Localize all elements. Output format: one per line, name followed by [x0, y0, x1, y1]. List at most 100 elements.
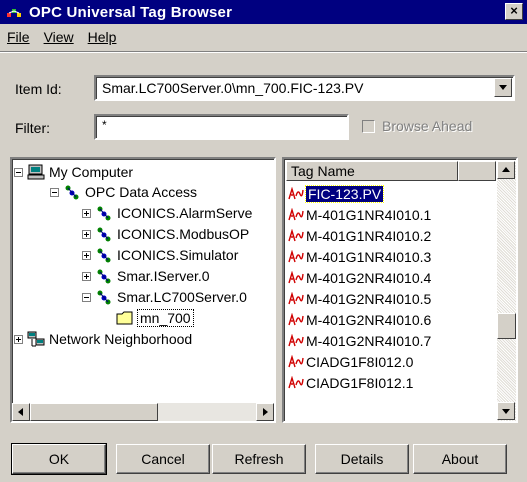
menu-help[interactable]: Help: [81, 29, 124, 45]
menu-file[interactable]: File: [0, 29, 37, 45]
window-title: OPC Universal Tag Browser: [29, 3, 233, 21]
tree-node-mn-700[interactable]: mn_700: [116, 308, 194, 328]
item-id-dropdown-button[interactable]: [494, 78, 512, 97]
tag-name: M-401G1NR4I010.3: [306, 248, 432, 265]
tag-icon: [288, 186, 304, 199]
expand-icon[interactable]: [82, 271, 91, 281]
browse-ahead-label: Browse Ahead: [382, 118, 473, 134]
close-button[interactable]: ×: [505, 3, 523, 20]
tag-icon: [288, 333, 304, 346]
tree-node-iconics-alarmserver[interactable]: ICONICS.AlarmServe: [82, 203, 252, 223]
tree-node-my-computer[interactable]: My Computer: [14, 162, 133, 182]
tree-node-network-neighborhood[interactable]: Network Neighborhood: [14, 329, 192, 349]
collapse-icon[interactable]: [14, 167, 23, 177]
tag-list-row[interactable]: M-401G1NR4I010.2: [288, 225, 431, 246]
tag-name: FIC-123.PV: [304, 184, 385, 203]
tag-name: M-401G2NR4I010.5: [306, 290, 432, 307]
tree-node-opc-data-access[interactable]: OPC Data Access: [50, 182, 197, 202]
menu-bar: File View Help: [0, 26, 527, 48]
scroll-up-button[interactable]: [497, 161, 515, 179]
tree-node-label: OPC Data Access: [85, 184, 198, 200]
button-row: OK Cancel Refresh Details About: [0, 431, 527, 482]
title-bar[interactable]: OPC Universal Tag Browser ×: [0, 0, 527, 24]
tag-list-row[interactable]: M-401G2NR4I010.5: [288, 288, 431, 309]
folder-icon: [116, 311, 133, 325]
tree-horizontal-scrollbar[interactable]: [12, 403, 274, 421]
tree-node-label: ICONICS.AlarmServe: [117, 205, 253, 221]
opc-node-icon: [97, 227, 111, 242]
filter-value: *: [102, 118, 107, 132]
vertical-scroll-thumb[interactable]: [497, 313, 516, 339]
tree-node-label: ICONICS.Simulator: [117, 247, 239, 263]
tag-list-row[interactable]: M-401G2NR4I010.4: [288, 267, 431, 288]
cancel-button[interactable]: Cancel: [116, 444, 210, 474]
filter-label: Filter:: [15, 120, 50, 136]
tag-name: CIADG1F8I012.0: [306, 353, 414, 370]
tag-name-column-header[interactable]: Tag Name: [286, 161, 458, 181]
tag-list-row[interactable]: CIADG1F8I012.0: [288, 351, 413, 372]
tag-icon: [288, 270, 304, 283]
tag-list-row[interactable]: M-401G2NR4I010.7: [288, 330, 431, 351]
tag-list-row[interactable]: CIADG1F8I012.1: [288, 372, 413, 393]
opc-node-icon: [65, 185, 79, 200]
tag-list-row[interactable]: M-401G1NR4I010.1: [288, 204, 431, 225]
expand-icon[interactable]: [82, 229, 91, 239]
ok-label: OK: [48, 451, 70, 467]
ok-button[interactable]: OK: [11, 443, 107, 475]
details-button[interactable]: Details: [315, 444, 409, 474]
tag-name: M-401G1NR4I010.2: [306, 227, 432, 244]
namespace-tree[interactable]: My Computer OPC Data Access ICONICS.Alar…: [10, 157, 276, 423]
scroll-right-button[interactable]: [256, 403, 274, 421]
collapse-icon[interactable]: [82, 292, 91, 302]
column-header-label: Tag Name: [291, 163, 355, 179]
extra-column-header[interactable]: [458, 161, 496, 181]
arrow-left-icon: [18, 408, 23, 416]
horizontal-scroll-thumb[interactable]: [30, 403, 158, 421]
expand-icon[interactable]: [82, 208, 91, 218]
tag-name: CIADG1F8I012.1: [306, 374, 414, 391]
tree-node-smar-lc700server[interactable]: Smar.LC700Server.0: [82, 287, 247, 307]
tag-list-vertical-scrollbar[interactable]: [497, 161, 516, 421]
tree-node-smar-iserver[interactable]: Smar.IServer.0: [82, 266, 210, 286]
filter-input[interactable]: *: [94, 114, 349, 140]
chevron-down-icon: [499, 85, 507, 90]
opc-tag-browser-window: OPC Universal Tag Browser × File View He…: [0, 0, 527, 482]
opc-app-icon: [7, 9, 21, 17]
menu-help-label: Help: [87, 29, 117, 45]
item-id-value: Smar.LC700Server.0\mn_700.FIC-123.PV: [102, 80, 364, 96]
arrow-right-icon: [263, 408, 268, 416]
expand-icon[interactable]: [82, 250, 91, 260]
opc-node-icon: [97, 248, 111, 263]
item-id-combobox[interactable]: Smar.LC700Server.0\mn_700.FIC-123.PV: [94, 75, 515, 101]
tag-list-row[interactable]: M-401G1NR4I010.3: [288, 246, 431, 267]
menu-view[interactable]: View: [37, 29, 81, 45]
browse-ahead-checkbox[interactable]: [362, 120, 375, 133]
tag-list-row[interactable]: M-401G2NR4I010.6: [288, 309, 431, 330]
item-id-label: Item Id:: [15, 81, 62, 97]
tag-icon: [288, 354, 304, 367]
opc-node-icon: [97, 206, 111, 221]
menu-file-label: File: [7, 29, 30, 45]
tree-node-label: My Computer: [49, 164, 134, 180]
tag-icon: [288, 375, 304, 388]
cancel-label: Cancel: [141, 451, 185, 467]
tree-node-label: Smar.LC700Server.0: [117, 289, 247, 305]
menu-separator: [0, 51, 527, 53]
tag-list[interactable]: Tag Name FIC-123.PV M-401G1NR4I010.1 M-401…: [282, 157, 518, 423]
tag-name: M-401G2NR4I010.6: [306, 311, 432, 328]
scroll-down-button[interactable]: [497, 402, 515, 420]
tree-node-iconics-modbus[interactable]: ICONICS.ModbusOP: [82, 224, 249, 244]
tree-node-label: Network Neighborhood: [49, 331, 193, 347]
expand-icon[interactable]: [14, 334, 23, 344]
refresh-button[interactable]: Refresh: [212, 444, 306, 474]
tag-name: M-401G2NR4I010.4: [306, 269, 432, 286]
about-label: About: [441, 451, 479, 467]
collapse-icon[interactable]: [50, 187, 59, 197]
scroll-left-button[interactable]: [12, 403, 30, 421]
tree-node-iconics-simulator[interactable]: ICONICS.Simulator: [82, 245, 238, 265]
tag-list-row[interactable]: FIC-123.PV: [288, 183, 385, 204]
about-button[interactable]: About: [413, 444, 507, 474]
details-label: Details: [340, 451, 384, 467]
arrow-down-icon: [502, 409, 510, 414]
tree-node-label: Smar.IServer.0: [117, 268, 210, 284]
